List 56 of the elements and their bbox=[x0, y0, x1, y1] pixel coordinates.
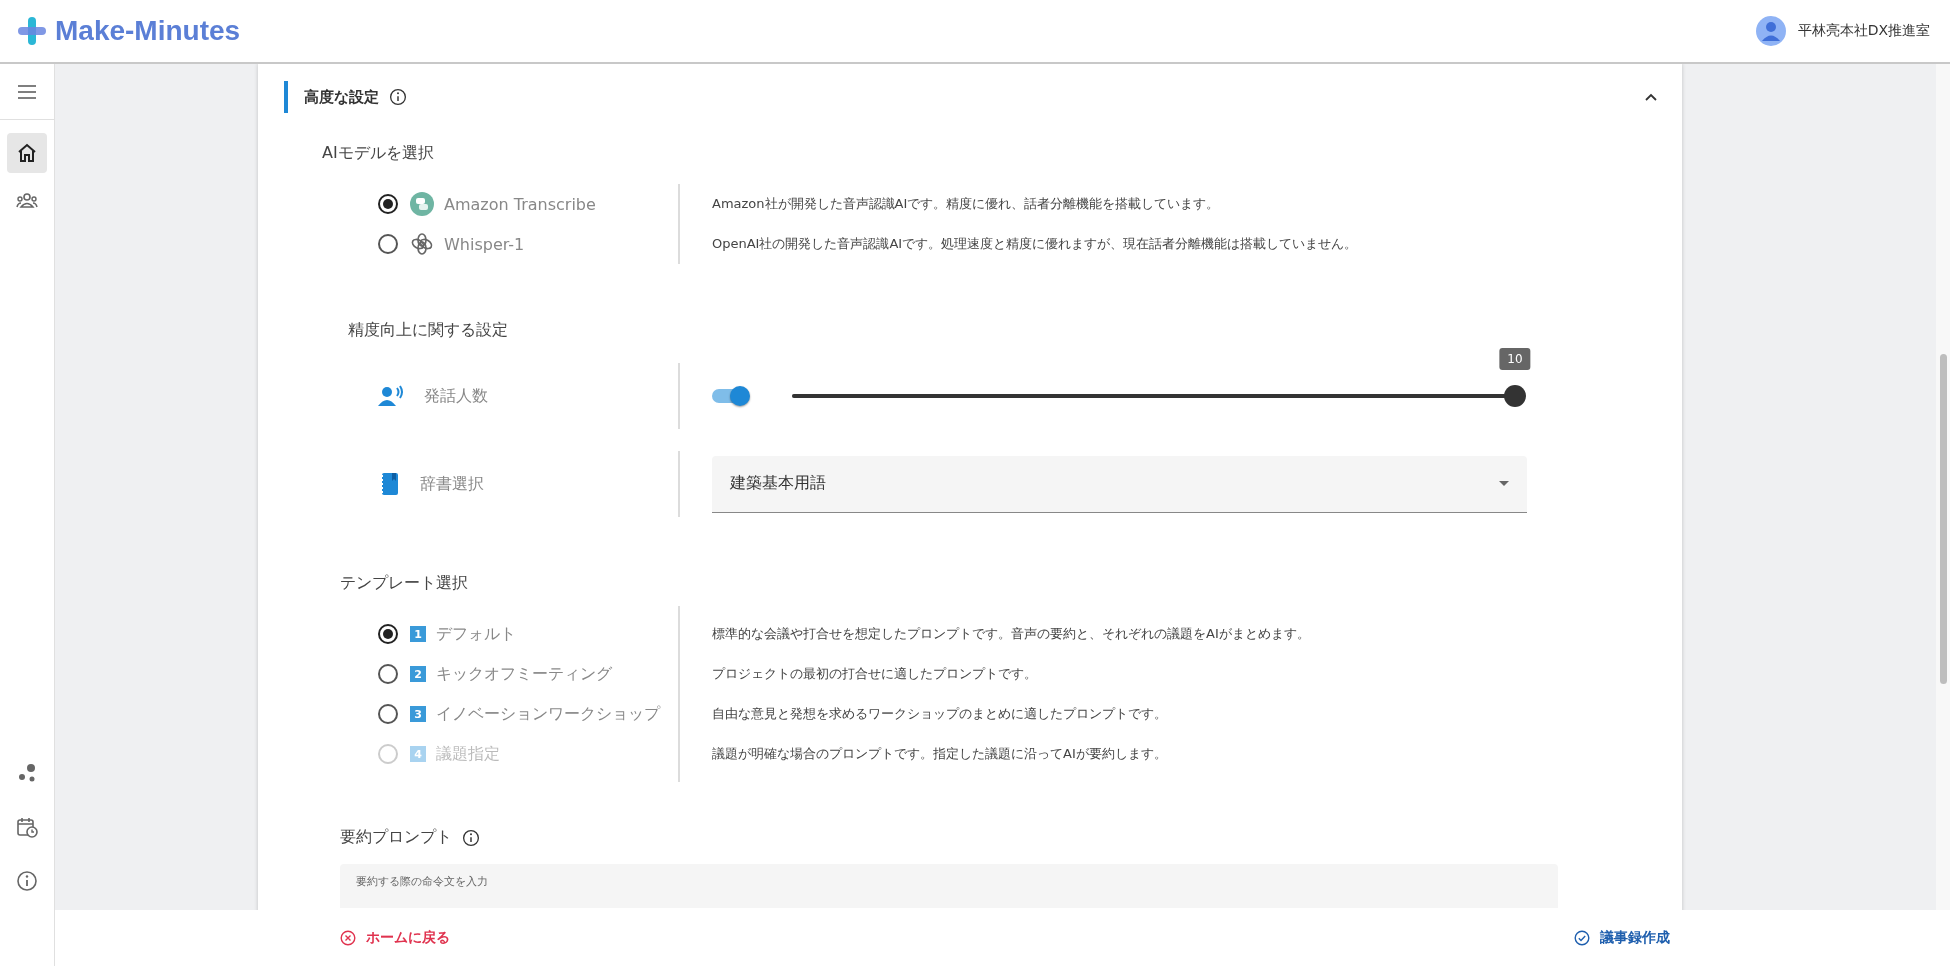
setting-label: 発話人数 bbox=[424, 385, 488, 407]
info-icon bbox=[462, 828, 480, 847]
avatar-icon bbox=[1755, 16, 1786, 46]
plus-logo-icon bbox=[17, 16, 47, 46]
option-label: 議題指定 bbox=[436, 743, 500, 765]
option-label: イノベーションワークショップ bbox=[436, 703, 660, 725]
option-label: デフォルト bbox=[436, 623, 516, 645]
radio-button[interactable] bbox=[378, 194, 398, 214]
app-logo[interactable]: Make-Minutes bbox=[55, 15, 241, 47]
option-description: 自由な意見と発想を求めるワークショップのまとめに適したプロンプトです。 bbox=[712, 705, 1168, 723]
knot-logo-icon bbox=[410, 232, 434, 256]
check-circle-icon bbox=[1574, 930, 1590, 946]
calendar-clock-icon bbox=[16, 816, 38, 838]
option-description: OpenAI社の開発した音声認識AIです。処理速度と精度に優れますが、現在話者分離機能は搭載していません。 bbox=[712, 235, 1359, 253]
section-heading: テンプレート選択 bbox=[340, 573, 469, 594]
scrollbar-thumb[interactable] bbox=[1939, 354, 1947, 684]
option-description: 議題が明確な場合のプロンプトです。指定した議題に沿ってAIが要約します。 bbox=[712, 745, 1168, 763]
radio-button[interactable] bbox=[378, 704, 398, 724]
panel-title: 高度な設定 bbox=[304, 87, 379, 107]
cancel-circle-icon bbox=[340, 930, 356, 946]
section-heading: AIモデルを選択 bbox=[322, 143, 435, 164]
dots-icon bbox=[16, 762, 38, 784]
section-heading: 要約プロンプト bbox=[340, 827, 452, 848]
speaker-person-icon bbox=[378, 385, 404, 407]
chevron-icon bbox=[1644, 92, 1658, 102]
option-description: 標準的な会議や打合せを想定したプロンプトです。音声の要約と、それぞれの議題をAIがまとめます。 bbox=[712, 625, 1311, 643]
menu-icon bbox=[17, 83, 37, 100]
info-icon bbox=[389, 88, 407, 106]
accent-bar bbox=[284, 81, 288, 113]
dropdown-caret-icon bbox=[1499, 480, 1509, 487]
number-badge: 2 bbox=[410, 666, 426, 682]
chat-bubble-icon bbox=[410, 192, 434, 216]
toggle-switch[interactable] bbox=[712, 389, 748, 403]
radio-button[interactable] bbox=[378, 664, 398, 684]
prompt-field[interactable]: 要約する際の命令文を入力 bbox=[340, 864, 1558, 908]
info-icon bbox=[16, 870, 38, 892]
setting-label: 辞書選択 bbox=[420, 473, 484, 495]
number-badge: 3 bbox=[410, 706, 426, 722]
number-badge: 4 bbox=[410, 746, 426, 762]
option-label: Whisper-1 bbox=[444, 234, 525, 254]
option-label: キックオフミーティング bbox=[436, 663, 612, 685]
back-home-button[interactable]: ホームに戻る bbox=[340, 929, 450, 947]
create-minutes-button[interactable]: 議事録作成 bbox=[1574, 929, 1670, 947]
option-description: Amazon社が開発した音声認識AIです。精度に優れ、話者分離機能を搭載しています。 bbox=[712, 195, 1221, 213]
dictionary-select[interactable]: 建築基本用語 bbox=[712, 455, 1527, 513]
section-heading: 精度向上に関する設定 bbox=[347, 320, 509, 341]
sidebar-item[interactable] bbox=[7, 133, 47, 173]
option-description: プロジェクトの最初の打合せに適したプロンプトです。 bbox=[712, 665, 1038, 683]
number-badge: 1 bbox=[410, 626, 426, 642]
radio-button[interactable] bbox=[378, 624, 398, 644]
slider-thumb[interactable] bbox=[1504, 385, 1526, 407]
user-name: 平林亮本社DX推進室 bbox=[1797, 22, 1930, 40]
value-tooltip: 10 bbox=[1499, 348, 1531, 370]
home-icon bbox=[16, 142, 38, 164]
radio-button[interactable] bbox=[378, 234, 398, 254]
option-label: Amazon Transcribe bbox=[444, 194, 596, 214]
